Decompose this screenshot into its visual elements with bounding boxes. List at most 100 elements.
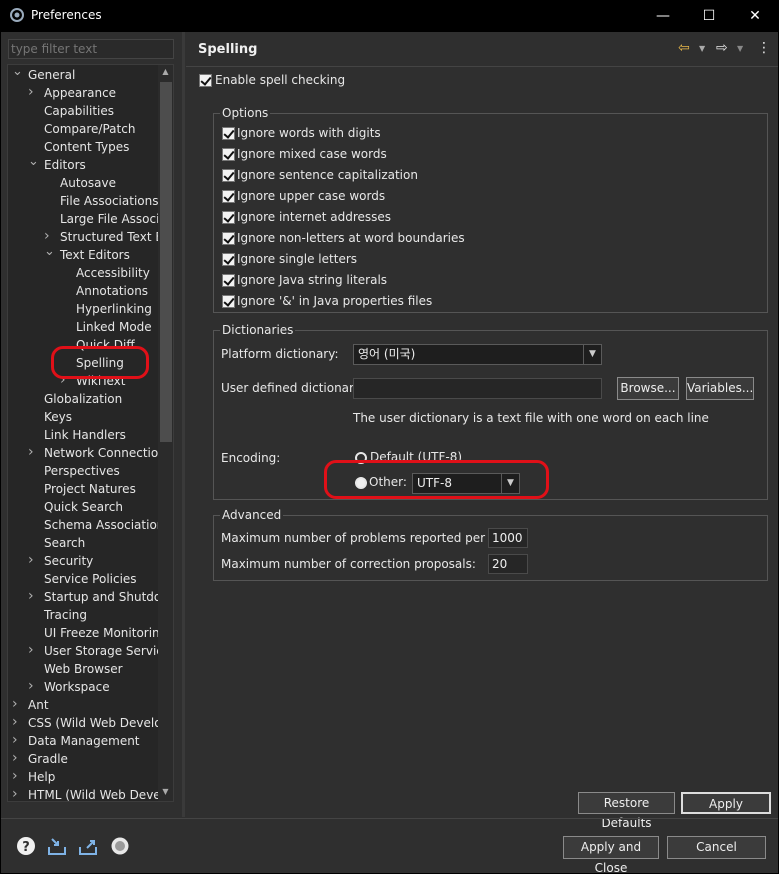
chevron-right-icon[interactable]: › — [28, 444, 38, 462]
tree-item-perspectives[interactable]: Perspectives — [44, 462, 120, 480]
svg-text:?: ? — [22, 840, 30, 855]
scroll-down-icon[interactable]: ▼ — [158, 787, 173, 796]
tree-item-compare-patch[interactable]: Compare/Patch — [44, 120, 135, 138]
option-label: Ignore upper case words — [237, 189, 386, 203]
close-button[interactable]: ✕ — [732, 0, 778, 32]
tree-item-general[interactable]: General — [28, 66, 75, 84]
view-menu-icon[interactable]: ⋮ — [757, 40, 771, 56]
filter-input[interactable] — [8, 39, 174, 59]
tree-item-startup-and-shutdown[interactable]: Startup and Shutdown — [44, 588, 173, 606]
apply-button[interactable]: Apply — [681, 792, 771, 814]
platform-dictionary-select[interactable]: 영어 (미국) ▼ — [353, 344, 602, 365]
chevron-right-icon[interactable]: › — [12, 786, 22, 801]
tree-item-accessibility[interactable]: Accessibility — [76, 264, 150, 282]
enable-spell-checkbox[interactable] — [199, 74, 212, 87]
chevron-right-icon[interactable]: › — [28, 84, 38, 102]
scroll-up-icon[interactable]: ▲ — [158, 67, 173, 76]
header-divider — [186, 66, 778, 67]
tree-item-tracing[interactable]: Tracing — [44, 606, 87, 624]
max-problems-input[interactable]: 1000 — [488, 528, 528, 548]
chevron-down-icon[interactable]: ⌄ — [28, 155, 39, 174]
forward-dropdown-icon[interactable]: ▼ — [737, 44, 743, 53]
tree-item-service-policies[interactable]: Service Policies — [44, 570, 137, 588]
chevron-right-icon[interactable]: › — [12, 768, 22, 786]
option-checkbox[interactable] — [222, 274, 235, 287]
chevron-right-icon[interactable]: › — [28, 552, 38, 570]
help-icon[interactable]: ? — [16, 836, 36, 856]
chevron-down-icon[interactable]: ⌄ — [44, 245, 55, 264]
option-checkbox[interactable] — [222, 253, 235, 266]
option-checkbox[interactable] — [222, 190, 235, 203]
tree-item-schema-associations[interactable]: Schema Associations — [44, 516, 171, 534]
tree-item-user-storage-service[interactable]: User Storage Service — [44, 642, 170, 660]
tree-item-workspace[interactable]: Workspace — [44, 678, 110, 696]
splitter[interactable] — [182, 32, 185, 817]
tree-scroll-thumb[interactable] — [160, 82, 172, 442]
record-icon[interactable] — [110, 836, 130, 856]
browse-button[interactable]: Browse... — [617, 377, 679, 400]
tree-item-gradle[interactable]: Gradle — [28, 750, 68, 768]
tree-item-network-connections[interactable]: Network Connections — [44, 444, 172, 462]
tree-item-globalization[interactable]: Globalization — [44, 390, 122, 408]
options-group-title: Options — [220, 106, 271, 120]
option-checkbox[interactable] — [222, 232, 235, 245]
tree-item-autosave[interactable]: Autosave — [60, 174, 116, 192]
variables-button[interactable]: Variables... — [686, 377, 754, 400]
tree-item-editors[interactable]: Editors — [44, 156, 86, 174]
import-icon[interactable] — [47, 836, 67, 856]
tree-item-html-wild-web-developer[interactable]: HTML (Wild Web Developer) — [28, 786, 173, 801]
tree-item-hyperlinking[interactable]: Hyperlinking — [76, 300, 152, 318]
tree-item-data-management[interactable]: Data Management — [28, 732, 140, 750]
user-dictionary-input[interactable] — [353, 378, 602, 399]
tree-item-text-editors[interactable]: Text Editors — [60, 246, 130, 264]
option-label: Ignore internet addresses — [237, 210, 392, 224]
tree-item-ui-freeze-monitoring[interactable]: UI Freeze Monitoring — [44, 624, 167, 642]
tree-item-ant[interactable]: Ant — [28, 696, 49, 714]
export-icon[interactable] — [78, 836, 98, 856]
back-dropdown-icon[interactable]: ▼ — [699, 44, 705, 53]
maximize-button[interactable]: ☐ — [686, 0, 732, 32]
tree-item-quick-search[interactable]: Quick Search — [44, 498, 123, 516]
tree-item-large-file-associations[interactable]: Large File Associations — [60, 210, 173, 228]
tree-item-keys[interactable]: Keys — [44, 408, 72, 426]
tree-item-content-types[interactable]: Content Types — [44, 138, 129, 156]
tree-item-search[interactable]: Search — [44, 534, 85, 552]
tree-item-project-natures[interactable]: Project Natures — [44, 480, 136, 498]
chevron-right-icon[interactable]: › — [12, 732, 22, 750]
apply-and-close-button[interactable]: Apply and Close — [563, 836, 659, 874]
cancel-button[interactable]: Cancel — [667, 836, 766, 859]
dictionaries-group-title: Dictionaries — [220, 323, 296, 337]
option-checkbox[interactable] — [222, 127, 235, 140]
option-checkbox[interactable] — [222, 295, 235, 308]
chevron-down-icon: ▼ — [583, 345, 601, 364]
tree-item-security[interactable]: Security — [44, 552, 93, 570]
user-dictionary-label: User defined dictionary: — [221, 381, 365, 395]
tree-item-link-handlers[interactable]: Link Handlers — [44, 426, 126, 444]
footer-divider — [1, 818, 778, 819]
chevron-right-icon[interactable]: › — [12, 714, 22, 732]
chevron-right-icon[interactable]: › — [12, 750, 22, 768]
tree-item-structured-text-editors[interactable]: Structured Text Editors — [60, 228, 173, 246]
tree-item-help[interactable]: Help — [28, 768, 55, 786]
preference-tree[interactable]: ⌄ General › Appearance Capabilities Compare/P… — [7, 64, 174, 802]
option-checkbox[interactable] — [222, 169, 235, 182]
minimize-button[interactable]: — — [640, 0, 686, 32]
tree-item-appearance[interactable]: Appearance — [44, 84, 116, 102]
chevron-right-icon[interactable]: › — [12, 696, 22, 714]
chevron-right-icon[interactable]: › — [28, 588, 38, 606]
restore-defaults-button[interactable]: Restore Defaults — [578, 792, 675, 830]
chevron-down-icon[interactable]: ⌄ — [12, 65, 23, 84]
tree-item-web-browser[interactable]: Web Browser — [44, 660, 123, 678]
tree-item-annotations[interactable]: Annotations — [76, 282, 148, 300]
tree-item-capabilities[interactable]: Capabilities — [44, 102, 114, 120]
option-checkbox[interactable] — [222, 211, 235, 224]
forward-arrow-icon[interactable]: ⇨ — [716, 40, 728, 56]
tree-item-file-associations[interactable]: File Associations — [60, 192, 158, 210]
tree-item-linked-mode[interactable]: Linked Mode — [76, 318, 152, 336]
chevron-right-icon[interactable]: › — [28, 642, 38, 660]
max-proposals-input[interactable]: 20 — [488, 554, 528, 574]
chevron-right-icon[interactable]: › — [28, 678, 38, 696]
option-checkbox[interactable] — [222, 148, 235, 161]
tree-item-css-wild-web-developer[interactable]: CSS (Wild Web Developer) — [28, 714, 173, 732]
back-arrow-icon[interactable]: ⇦ — [678, 40, 690, 56]
